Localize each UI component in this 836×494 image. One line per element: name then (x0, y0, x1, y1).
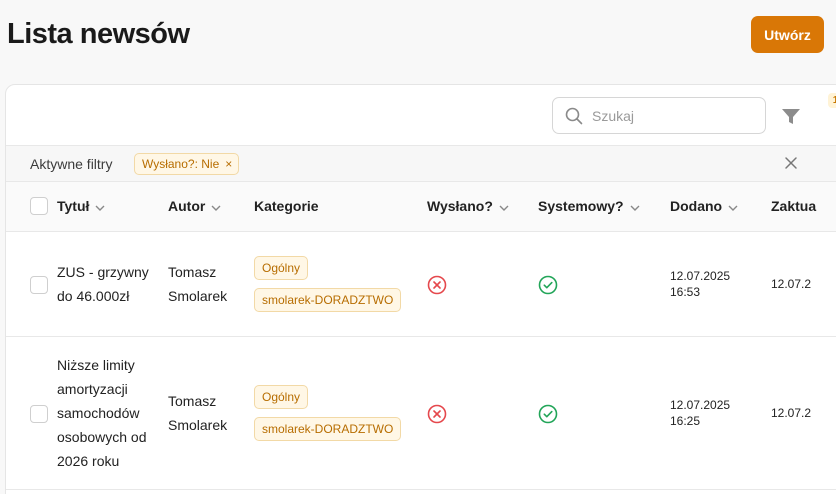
system-status (538, 231, 670, 337)
select-all-checkbox[interactable] (30, 197, 48, 216)
column-header-author[interactable]: Autor (168, 182, 254, 232)
news-categories: Ogólny smolarek-DORADZTWO (254, 231, 427, 337)
added-time: 16:25 (670, 413, 701, 428)
news-title[interactable]: Niższe limity amortyzacji samochodów oso… (57, 336, 168, 490)
category-tag: Ogólny (254, 384, 309, 409)
system-status (538, 336, 670, 490)
row-checkbox[interactable] (30, 275, 48, 294)
news-categories: Ogólny smolarek-DORADZTWO (254, 336, 427, 490)
chevron-down-icon (499, 205, 509, 211)
column-title-label: Tytuł (57, 198, 90, 215)
page-title: Lista newsów (7, 18, 190, 50)
search-input[interactable] (592, 107, 742, 124)
create-button[interactable]: Utwórz (751, 16, 824, 53)
chevron-down-icon (630, 205, 640, 211)
table-row[interactable]: ZUS - grzywny do 46.000zł Tomasz Smolare… (6, 231, 836, 337)
chevron-down-icon (95, 205, 105, 211)
toolbar: 1 (6, 85, 836, 146)
filter-chip-label: Wysłano?: Nie (142, 157, 220, 171)
active-filters-bar: Aktywne filtry Wysłano?: Nie × (6, 146, 836, 182)
column-header-added[interactable]: Dodano (670, 182, 771, 232)
news-title[interactable]: ZUS - grzywny do 46.000zł (57, 231, 168, 337)
column-header-system[interactable]: Systemowy? (538, 182, 670, 232)
column-header-title[interactable]: Tytuł (57, 182, 168, 232)
filter-icon[interactable] (780, 105, 802, 127)
row-checkbox[interactable] (30, 404, 48, 423)
search-icon (565, 107, 583, 124)
category-tag: Ogólny (254, 255, 309, 280)
news-list-card: 1 Aktywne filtry Wysłano?: Nie × Tytuł A… (5, 84, 836, 494)
table-header-row: Tytuł Autor Kategorie Wysłano? Systemowy… (6, 182, 836, 232)
added-date: 12.07.2025 (670, 268, 731, 283)
updated-date: 12.07.2 (771, 231, 836, 337)
check-circle-icon (538, 275, 558, 295)
column-updated-label: Zaktua (771, 198, 817, 215)
added-date: 12.07.2025 (670, 397, 731, 412)
table-row[interactable]: Niższe limity amortyzacji samochodów oso… (6, 336, 836, 490)
search-box[interactable] (552, 97, 766, 134)
sent-status (427, 336, 538, 490)
added-date-cell: 12.07.2025 16:25 (670, 336, 771, 490)
filter-chip[interactable]: Wysłano?: Nie × (134, 153, 240, 175)
column-categories-label: Kategorie (254, 198, 319, 215)
news-author: Tomasz Smolarek (168, 336, 254, 490)
chevron-down-icon (211, 205, 221, 211)
news-table: Tytuł Autor Kategorie Wysłano? Systemowy… (6, 182, 836, 490)
filter-count-badge: 1 (828, 93, 836, 108)
added-date-cell: 12.07.2025 16:53 (670, 231, 771, 337)
category-tag: smolarek-DORADZTWO (254, 287, 402, 312)
news-author: Tomasz Smolarek (168, 231, 254, 337)
active-filters-label: Aktywne filtry (30, 156, 113, 172)
clear-filters-icon[interactable] (784, 156, 798, 170)
x-circle-icon (427, 275, 447, 295)
column-header-sent[interactable]: Wysłano? (427, 182, 538, 232)
category-tag: smolarek-DORADZTWO (254, 416, 402, 441)
remove-filter-icon[interactable]: × (225, 157, 232, 171)
column-sent-label: Wysłano? (427, 198, 493, 215)
added-time: 16:53 (670, 284, 701, 299)
check-circle-icon (538, 404, 558, 424)
updated-date: 12.07.2 (771, 336, 836, 490)
sent-status (427, 231, 538, 337)
column-author-label: Autor (168, 198, 206, 215)
chevron-down-icon (728, 205, 738, 211)
column-added-label: Dodano (670, 198, 723, 215)
column-header-categories: Kategorie (254, 182, 427, 232)
column-system-label: Systemowy? (538, 198, 624, 215)
column-header-updated[interactable]: Zaktua (771, 182, 836, 232)
x-circle-icon (427, 404, 447, 424)
